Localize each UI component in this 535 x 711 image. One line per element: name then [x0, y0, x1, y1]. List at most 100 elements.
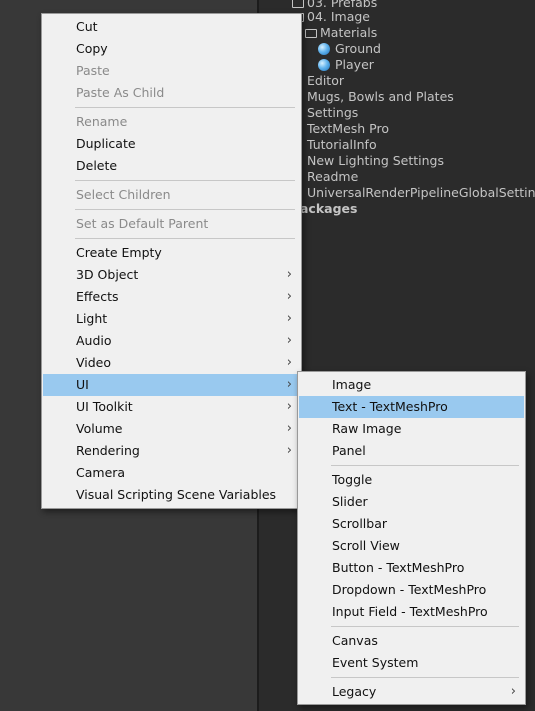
menu-separator [75, 209, 295, 210]
tree-item-materials[interactable]: Materials [305, 25, 377, 41]
menu-item-select-children: Select Children [43, 184, 300, 206]
menu-item-rendering[interactable]: Rendering › [43, 440, 300, 462]
menu-item-label: Paste [76, 63, 110, 78]
submenu-item-raw-image[interactable]: Raw Image [299, 418, 524, 440]
menu-item-label: Text - TextMeshPro [332, 399, 448, 414]
submenu-item-input-field-textmeshpro[interactable]: Input Field - TextMeshPro [299, 601, 524, 623]
menu-item-label: Scroll View [332, 538, 400, 553]
tree-item-label: TextMesh Pro [307, 121, 389, 136]
menu-item-label: Duplicate [76, 136, 136, 151]
menu-item-label: Slider [332, 494, 368, 509]
tree-item-label: TutorialInfo [307, 137, 377, 152]
menu-item-paste: Paste [43, 60, 300, 82]
submenu-item-panel[interactable]: Panel [299, 440, 524, 462]
submenu-item-button-textmeshpro[interactable]: Button - TextMeshPro [299, 557, 524, 579]
folder-icon [292, 0, 304, 8]
chevron-right-icon: › [286, 311, 292, 326]
menu-item-label: Visual Scripting Scene Variables [76, 487, 277, 502]
material-sphere-icon [318, 43, 330, 55]
tree-item-image[interactable]: 04. Image [292, 9, 370, 25]
menu-item-label: Copy [76, 41, 108, 56]
tree-item-mugs[interactable]: Mugs, Bowls and Plates [307, 89, 454, 105]
submenu-item-scroll-view[interactable]: Scroll View [299, 535, 524, 557]
menu-item-label: Event System [332, 655, 419, 670]
chevron-right-icon: › [286, 355, 292, 370]
menu-item-label: Delete [76, 158, 118, 173]
menu-item-create-empty[interactable]: Create Empty [43, 242, 300, 264]
menu-item-3d-object[interactable]: 3D Object › [43, 264, 300, 286]
submenu-item-scrollbar[interactable]: Scrollbar [299, 513, 524, 535]
menu-item-label: Cut [76, 19, 98, 34]
chevron-right-icon: › [286, 267, 292, 282]
menu-item-copy[interactable]: Copy [43, 38, 300, 60]
menu-item-label: Rendering [76, 443, 140, 458]
menu-item-rename: Rename [43, 111, 300, 133]
menu-item-label: 3D Object [76, 267, 139, 282]
submenu-item-image[interactable]: Image [299, 374, 524, 396]
menu-item-label: Scrollbar [332, 516, 387, 531]
tree-item-label: Ground [335, 41, 381, 56]
tree-item-label: Materials [320, 25, 378, 40]
menu-separator [331, 626, 519, 627]
menu-item-volume[interactable]: Volume › [43, 418, 300, 440]
tree-item-label: Editor [307, 73, 344, 88]
submenu-item-canvas[interactable]: Canvas [299, 630, 524, 652]
tree-item-label: ackages [300, 201, 358, 216]
tree-item-label: Settings [307, 105, 359, 120]
menu-item-label: Input Field - TextMeshPro [332, 604, 488, 619]
menu-item-label: Dropdown - TextMeshPro [332, 582, 487, 597]
submenu-item-toggle[interactable]: Toggle [299, 469, 524, 491]
menu-item-cut[interactable]: Cut [43, 16, 300, 38]
menu-item-ui[interactable]: UI › [43, 374, 300, 396]
open-folder-icon [305, 29, 317, 38]
tree-item-ground[interactable]: Ground [318, 41, 381, 57]
submenu-item-dropdown-textmeshpro[interactable]: Dropdown - TextMeshPro [299, 579, 524, 601]
menu-item-effects[interactable]: Effects › [43, 286, 300, 308]
tree-item-textmeshpro[interactable]: TextMesh Pro [307, 121, 389, 137]
menu-item-set-default-parent: Set as Default Parent [43, 213, 300, 235]
menu-item-camera[interactable]: Camera [43, 462, 300, 484]
menu-item-ui-toolkit[interactable]: UI Toolkit › [43, 396, 300, 418]
menu-item-label: Light [76, 311, 108, 326]
menu-item-label: Set as Default Parent [76, 216, 209, 231]
menu-separator [331, 465, 519, 466]
submenu-item-text-textmeshpro[interactable]: Text - TextMeshPro [299, 396, 524, 418]
submenu-item-event-system[interactable]: Event System [299, 652, 524, 674]
menu-item-label: Button - TextMeshPro [332, 560, 465, 575]
tree-item-label: Readme [307, 169, 359, 184]
menu-separator [75, 238, 295, 239]
menu-item-label: Legacy [332, 684, 377, 699]
tree-item-packages[interactable]: ackages [300, 201, 357, 217]
chevron-right-icon: › [286, 421, 292, 436]
tree-item-label: New Lighting Settings [307, 153, 445, 168]
menu-item-label: Create Empty [76, 245, 162, 260]
submenu-item-legacy[interactable]: Legacy › [299, 681, 524, 703]
menu-item-label: Effects [76, 289, 119, 304]
submenu-item-slider[interactable]: Slider [299, 491, 524, 513]
menu-item-paste-as-child: Paste As Child [43, 82, 300, 104]
menu-item-label: UI Toolkit [76, 399, 133, 414]
chevron-right-icon: › [286, 443, 292, 458]
tree-item-urp-global-settings[interactable]: UniversalRenderPipelineGlobalSettings [307, 185, 535, 201]
menu-separator [75, 180, 295, 181]
tree-item-tutorialinfo[interactable]: TutorialInfo [307, 137, 377, 153]
menu-item-visual-scripting-scene-variables[interactable]: Visual Scripting Scene Variables [43, 484, 300, 506]
tree-item-lighting-settings[interactable]: New Lighting Settings [307, 153, 444, 169]
menu-item-label: UI [76, 377, 89, 392]
chevron-right-icon: › [286, 333, 292, 348]
menu-item-label: Image [332, 377, 372, 392]
tree-item-label: Player [335, 57, 374, 72]
menu-item-duplicate[interactable]: Duplicate [43, 133, 300, 155]
tree-item-player[interactable]: Player [318, 57, 374, 73]
menu-item-light[interactable]: Light › [43, 308, 300, 330]
tree-item-settings[interactable]: Settings [307, 105, 358, 121]
chevron-right-icon: › [286, 377, 292, 392]
material-sphere-icon [318, 59, 330, 71]
chevron-right-icon: › [286, 399, 292, 414]
menu-item-video[interactable]: Video › [43, 352, 300, 374]
menu-item-audio[interactable]: Audio › [43, 330, 300, 352]
tree-item-readme[interactable]: Readme [307, 169, 358, 185]
tree-item-editor[interactable]: Editor [307, 73, 344, 89]
editor-stage: 03. Prefabs 04. Image Materials Ground P… [0, 0, 535, 711]
menu-item-delete[interactable]: Delete [43, 155, 300, 177]
